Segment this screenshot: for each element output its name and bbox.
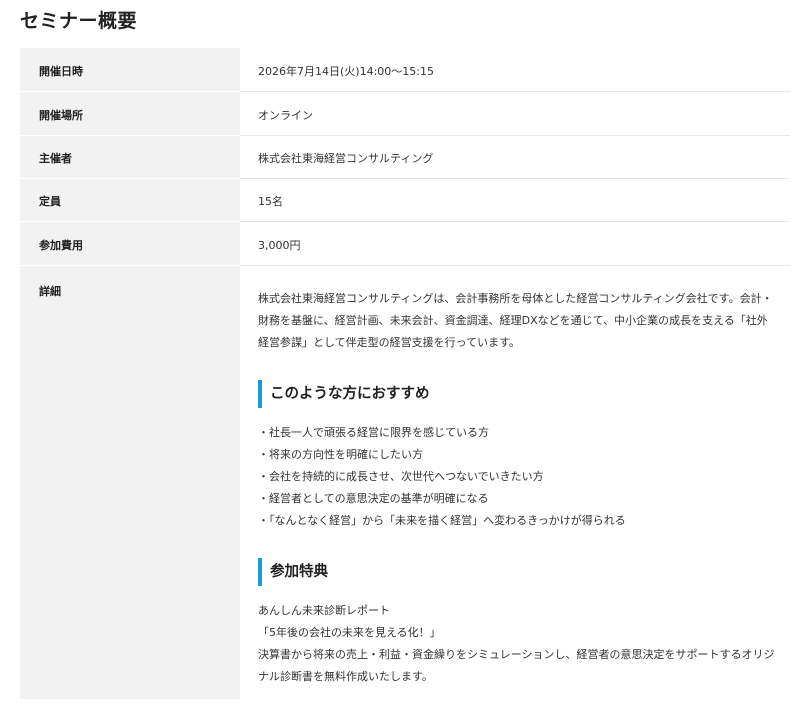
row-label: 開催場所 — [39, 109, 83, 122]
company-intro: 株式会社東海経営コンサルティングは、会計事務所を母体とした経営コンサルティング会… — [258, 292, 773, 349]
table-row-capacity: 定員 15名 — [20, 178, 790, 222]
row-label: 開催日時 — [39, 65, 83, 78]
row-value: 15名 — [258, 195, 283, 208]
page-title: セミナー概要 — [20, 10, 138, 32]
table-row-organizer: 主催者 株式会社東海経営コンサルティング — [20, 135, 790, 179]
row-value: オンライン — [258, 109, 313, 122]
row-value: 3,000円 — [258, 239, 301, 252]
list-item: ・将来の方向性を明確にしたい方 — [258, 448, 423, 461]
benefit-title: あんしん未来診断レポート — [258, 604, 390, 617]
table-row-datetime: 開催日時 2026年7月14日(火)14:00～15:15 — [20, 48, 790, 92]
row-value: 株式会社東海経営コンサルティング — [258, 152, 434, 165]
benefit-heading-text: 参加特典 — [270, 564, 328, 580]
recommend-list: ・社長一人で頑張る経営に限界を感じている方 ・将来の方向性を明確にしたい方 ・会… — [258, 422, 778, 532]
row-value: 2026年7月14日(火)14:00～15:15 — [258, 65, 434, 78]
table-row-venue: 開催場所 オンライン — [20, 92, 790, 136]
row-label: 主催者 — [39, 152, 72, 165]
row-label: 定員 — [39, 195, 61, 208]
detail-content: 株式会社東海経営コンサルティングは、会計事務所を母体とした経営コンサルティング会… — [258, 288, 778, 688]
heading-accent-bar — [258, 380, 262, 408]
table-row-fee: 参加費用 3,000円 — [20, 222, 790, 266]
benefit-content: あんしん未来診断レポート 「5年後の会社の未来を見える化！」 決算書から将来の売… — [258, 600, 778, 688]
benefit-tagline: 「5年後の会社の未来を見える化！」 — [258, 626, 441, 639]
list-item: ・会社を持続的に成長させ、次世代へつないでいきたい方 — [258, 470, 544, 483]
seminar-overview-table: 開催日時 2026年7月14日(火)14:00～15:15 開催場所 オンライン… — [20, 48, 790, 699]
benefit-description: 決算書から将来の売上・利益・資金繰りをシミュレーションし、経営者の意思決定をサポ… — [258, 648, 775, 683]
list-item: ・「なんとなく経営」から「未来を描く経営」へ変わるきっかけが得られる — [258, 514, 626, 527]
row-label: 参加費用 — [39, 239, 83, 252]
list-item: ・社長一人で頑張る経営に限界を感じている方 — [258, 426, 489, 439]
recommend-heading-text: このような方におすすめ — [270, 386, 430, 402]
detail-label: 詳細 — [39, 285, 61, 298]
heading-accent-bar — [258, 558, 262, 586]
list-item: ・経営者としての意思決定の基準が明確になる — [258, 492, 489, 505]
benefit-heading: 参加特典 — [258, 558, 778, 586]
recommend-heading: このような方におすすめ — [258, 380, 778, 408]
